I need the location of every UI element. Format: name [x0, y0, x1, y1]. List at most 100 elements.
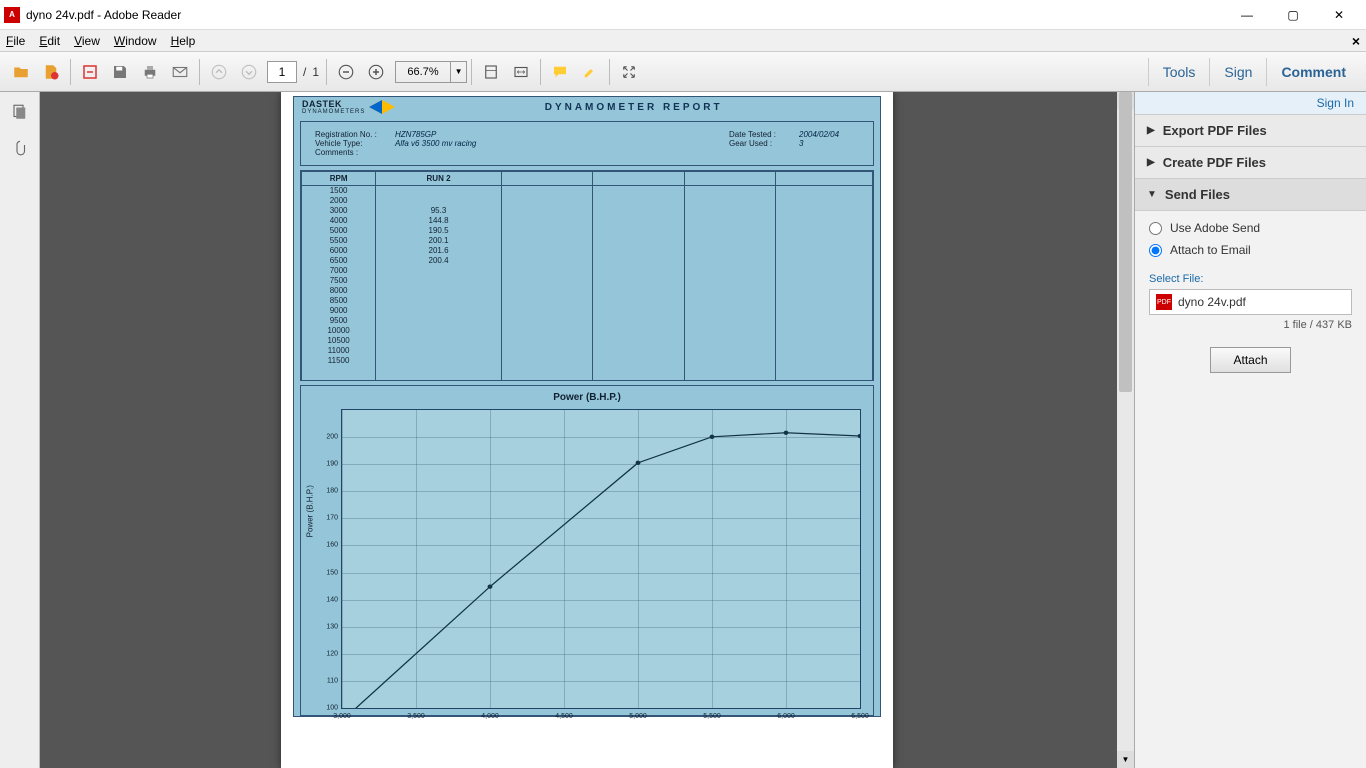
x-tick: 6,000: [777, 713, 795, 720]
table-row: 2000: [302, 196, 873, 206]
x-tick: 5,000: [629, 713, 647, 720]
open-icon[interactable]: [7, 58, 35, 86]
scrollbar-thumb[interactable]: [1119, 92, 1132, 392]
y-tick: 130: [318, 623, 338, 630]
menu-window[interactable]: Window: [114, 34, 157, 48]
scroll-down-icon[interactable]: ▼: [1117, 751, 1134, 768]
attachments-icon[interactable]: [8, 136, 32, 160]
vehicle-value: Alfa v6 3500 mv racing: [395, 139, 575, 148]
create-pdf-section[interactable]: ▶ Create PDF Files: [1135, 147, 1366, 179]
save-icon[interactable]: [106, 58, 134, 86]
close-button[interactable]: ✕: [1316, 0, 1362, 30]
print-icon[interactable]: [136, 58, 164, 86]
table-row: 9000: [302, 306, 873, 316]
zoom-level-input[interactable]: 66.7%: [395, 61, 451, 83]
chevron-down-icon: ▼: [1147, 189, 1157, 200]
table-row: 11500: [302, 356, 873, 380]
email-icon[interactable]: [166, 58, 194, 86]
select-file-label: Select File:: [1149, 273, 1352, 285]
table-row: 8500: [302, 296, 873, 306]
read-mode-icon[interactable]: [615, 58, 643, 86]
tools-pane: Sign In ▶Export PDF Files ▶ Create PDF Fi…: [1134, 92, 1366, 768]
chevron-right-icon: ▶: [1147, 157, 1155, 168]
highlight-icon[interactable]: [576, 58, 604, 86]
maximize-button[interactable]: ▢: [1270, 0, 1316, 30]
export-pdf-section[interactable]: ▶Export PDF Files: [1135, 115, 1366, 147]
comment-icon[interactable]: [546, 58, 574, 86]
zoom-in-icon[interactable]: [362, 58, 390, 86]
page-down-icon[interactable]: [235, 58, 263, 86]
info-box: Registration No. :HZN785GP Vehicle Type:…: [300, 121, 874, 166]
reg-label: Registration No. :: [315, 130, 395, 139]
table-row: 5500200.1: [302, 236, 873, 246]
sign-in-link[interactable]: Sign In: [1135, 92, 1366, 115]
use-adobe-send-radio[interactable]: Use Adobe Send: [1149, 221, 1352, 235]
adobe-send-label: Use Adobe Send: [1170, 221, 1260, 235]
menu-edit[interactable]: Edit: [39, 34, 60, 48]
page-separator: /: [303, 65, 306, 79]
table-row: 10000: [302, 326, 873, 336]
attach-email-radio[interactable]: Attach to Email: [1149, 243, 1352, 257]
chart-box: Power (B.H.P.) Power (B.H.P.) 1001101201…: [300, 385, 874, 716]
y-tick: 140: [318, 596, 338, 603]
date-label: Date Tested :: [729, 130, 799, 139]
fit-width-icon[interactable]: [507, 58, 535, 86]
attach-button[interactable]: Attach: [1210, 347, 1290, 373]
thumbnails-icon[interactable]: [8, 100, 32, 124]
page-total: 1: [312, 65, 319, 79]
minimize-button[interactable]: —: [1224, 0, 1270, 30]
logo-subtext: DYNAMOMETERS: [302, 109, 365, 115]
x-tick: 4,500: [555, 713, 573, 720]
menu-bar: File Edit View Window Help ×: [0, 30, 1366, 52]
table-row: 7500: [302, 276, 873, 286]
fit-page-icon[interactable]: [477, 58, 505, 86]
tools-panel-button[interactable]: Tools: [1148, 58, 1210, 86]
mdi-close-icon[interactable]: ×: [1352, 33, 1360, 49]
table-row: 1500: [302, 186, 873, 197]
chart-ylabel: Power (B.H.P.): [306, 485, 315, 537]
toolbar: / 1 66.7% ▼ Tools Sign Comment: [0, 52, 1366, 92]
page-up-icon[interactable]: [205, 58, 233, 86]
menu-file[interactable]: File: [6, 34, 25, 48]
create-pdf-icon[interactable]: [37, 58, 65, 86]
menu-view[interactable]: View: [74, 34, 100, 48]
table-row: 7000: [302, 266, 873, 276]
table-row: 4000144.8: [302, 216, 873, 226]
send-label: Send Files: [1165, 187, 1230, 202]
table-row: 11000: [302, 346, 873, 356]
zoom-out-icon[interactable]: [332, 58, 360, 86]
table-row: 6000201.6: [302, 246, 873, 256]
pdf-file-icon: PDF: [1156, 294, 1172, 310]
sign-panel-button[interactable]: Sign: [1209, 58, 1266, 86]
y-tick: 120: [318, 650, 338, 657]
selected-file-box[interactable]: PDF dyno 24v.pdf: [1149, 289, 1352, 315]
comment-panel-button[interactable]: Comment: [1266, 58, 1360, 86]
file-size-text: 1 file / 437 KB: [1149, 319, 1352, 331]
y-tick: 200: [318, 434, 338, 441]
x-tick: 3,000: [333, 713, 351, 720]
attach-email-label: Attach to Email: [1170, 243, 1251, 257]
vertical-scrollbar[interactable]: ▲ ▼: [1117, 92, 1134, 768]
date-value: 2004/02/04: [799, 130, 859, 139]
document-viewer[interactable]: DASTEK DYNAMOMETERS DYNAMOMETER REPORT R…: [40, 92, 1134, 768]
window-titlebar: A dyno 24v.pdf - Adobe Reader — ▢ ✕: [0, 0, 1366, 30]
page-number-input[interactable]: [267, 61, 297, 83]
pdf-icon: A: [4, 7, 20, 23]
menu-help[interactable]: Help: [171, 34, 196, 48]
x-tick: 4,000: [481, 713, 499, 720]
table-row: 9500: [302, 316, 873, 326]
gear-value: 3: [799, 139, 859, 148]
create-label: Create PDF Files: [1163, 155, 1266, 170]
reg-value: HZN785GP: [395, 130, 575, 139]
col-rpm: RPM: [302, 172, 376, 186]
chevron-right-icon: ▶: [1147, 125, 1155, 136]
y-tick: 160: [318, 542, 338, 549]
y-tick: 150: [318, 569, 338, 576]
y-tick: 170: [318, 515, 338, 522]
data-table: RPM RUN 2 15002000300095.34000144.850001…: [300, 170, 874, 381]
chart-plot-area: Power (B.H.P.) 1001101201301401501601701…: [341, 409, 861, 709]
send-files-section[interactable]: ▼ Send Files: [1135, 179, 1366, 211]
table-row: 6500200.4: [302, 256, 873, 266]
zoom-dropdown-icon[interactable]: ▼: [451, 61, 467, 83]
convert-icon[interactable]: [76, 58, 104, 86]
